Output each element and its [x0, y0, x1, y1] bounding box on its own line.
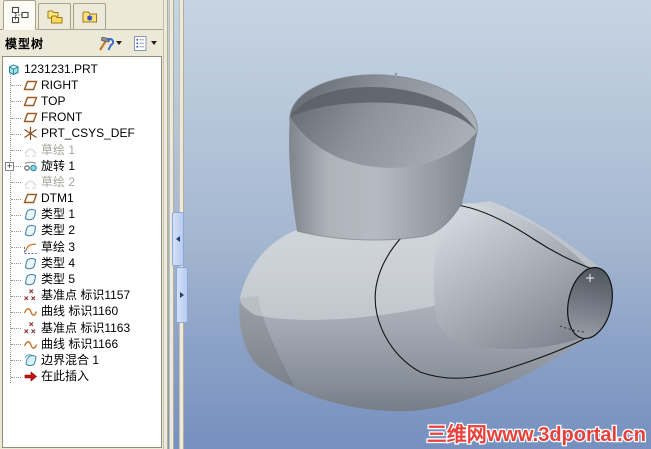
chevron-left-icon	[176, 236, 180, 242]
show-tools-icon	[95, 35, 114, 52]
tree-item-dtm1[interactable]: DTM1	[3, 191, 161, 207]
sketch-icon	[23, 143, 38, 158]
panel-title: 模型树	[5, 36, 45, 51]
tree-item-point-1157[interactable]: 基准点 标识1157	[3, 288, 161, 304]
3d-model-canvas[interactable]: 三维网www.3dportal.cn	[163, 0, 651, 449]
datum-plane-icon	[23, 191, 38, 206]
tree-item-sketch-3[interactable]: 草绘 3	[3, 239, 161, 255]
dropdown-arrow-icon[interactable]	[116, 41, 122, 45]
dropdown-arrow-icon[interactable]	[151, 41, 157, 45]
settings-list-icon	[130, 35, 149, 52]
tree-item-plane-front[interactable]: FRONT	[3, 110, 161, 126]
datum-point-icon	[23, 288, 38, 303]
insert-here-icon	[23, 369, 38, 384]
tab-model-tree-icon	[10, 6, 30, 24]
tree-item-point-1163[interactable]: 基准点 标识1163	[3, 320, 161, 336]
tree-item-curve-1166[interactable]: 曲线 标识1166	[3, 336, 161, 352]
datum-plane-icon	[23, 94, 38, 109]
datum-plane-icon	[23, 110, 38, 125]
part-icon	[6, 62, 21, 77]
chevron-right-icon	[180, 292, 184, 298]
csys-icon	[23, 126, 38, 141]
tree-item-style-1[interactable]: 类型 1	[3, 207, 161, 223]
tree-item-style-4[interactable]: 类型 4	[3, 255, 161, 271]
tree-item-style-5[interactable]: 类型 5	[3, 271, 161, 287]
watermark: 三维网www.3dportal.cn	[427, 422, 646, 446]
tree-item-part-root[interactable]: 1231231.PRT	[3, 61, 161, 77]
tab-folder-browser-icon	[46, 8, 64, 25]
tab-model-tree[interactable]	[3, 0, 36, 30]
collapse-panel-handle[interactable]	[172, 212, 184, 266]
datum-point-icon	[23, 321, 38, 336]
boundary-blend-icon	[23, 353, 38, 368]
tree-item-boundary-blend-1[interactable]: 边界混合 1	[3, 352, 161, 368]
tree-item-insert-here[interactable]: 在此插入	[3, 369, 161, 385]
tree-item-csys[interactable]: PRT_CSYS_DEF	[3, 126, 161, 142]
tree-item-style-2[interactable]: 类型 2	[3, 223, 161, 239]
tab-favorites-icon	[81, 8, 99, 25]
revolve-icon	[23, 159, 38, 174]
surface-icon	[23, 256, 38, 271]
tab-folder-browser[interactable]	[38, 3, 71, 29]
tree-item-sketch-2[interactable]: 草绘 2	[3, 174, 161, 190]
sash-rail[interactable]	[163, 0, 168, 449]
expand-toggle[interactable]	[5, 161, 14, 171]
tree-item-plane-top[interactable]: TOP	[3, 93, 161, 109]
sketch-active-icon	[23, 240, 38, 255]
curve-icon	[23, 337, 38, 352]
model-tree: 1231231.PRT RIGHT TOP FRONT PRT_CSYS_DEF…	[2, 56, 162, 448]
tree-item-plane-right[interactable]: RIGHT	[3, 77, 161, 93]
datum-plane-icon	[23, 78, 38, 93]
expand-panel-handle[interactable]	[176, 267, 188, 323]
navigator-header: 模型树	[0, 30, 163, 56]
sketch-icon	[23, 175, 38, 190]
curve-icon	[23, 304, 38, 319]
navigator-panel: 模型树 1231231.PRT RIGHT TOP FRONT PRT_CSYS…	[0, 0, 163, 449]
toolbar-settings[interactable]	[129, 34, 158, 53]
cad-window: 三维网www.3dportal.cn 模型树 1231231.PRT RIGHT…	[0, 0, 651, 449]
surface-icon	[23, 207, 38, 222]
surface-icon	[23, 272, 38, 287]
navigator-tabs	[0, 0, 163, 30]
rim-vertex-dot	[394, 72, 398, 76]
surface-icon	[23, 223, 38, 238]
3d-viewport[interactable]: 三维网www.3dportal.cn	[163, 0, 651, 449]
tree-item-curve-1160[interactable]: 曲线 标识1160	[3, 304, 161, 320]
toolbar-show[interactable]	[94, 34, 123, 53]
tree-toolbar	[94, 34, 158, 53]
tab-favorites[interactable]	[73, 3, 106, 29]
tree-item-sketch-1[interactable]: 草绘 1	[3, 142, 161, 158]
tree-item-revolve-1[interactable]: 旋转 1	[3, 158, 161, 174]
